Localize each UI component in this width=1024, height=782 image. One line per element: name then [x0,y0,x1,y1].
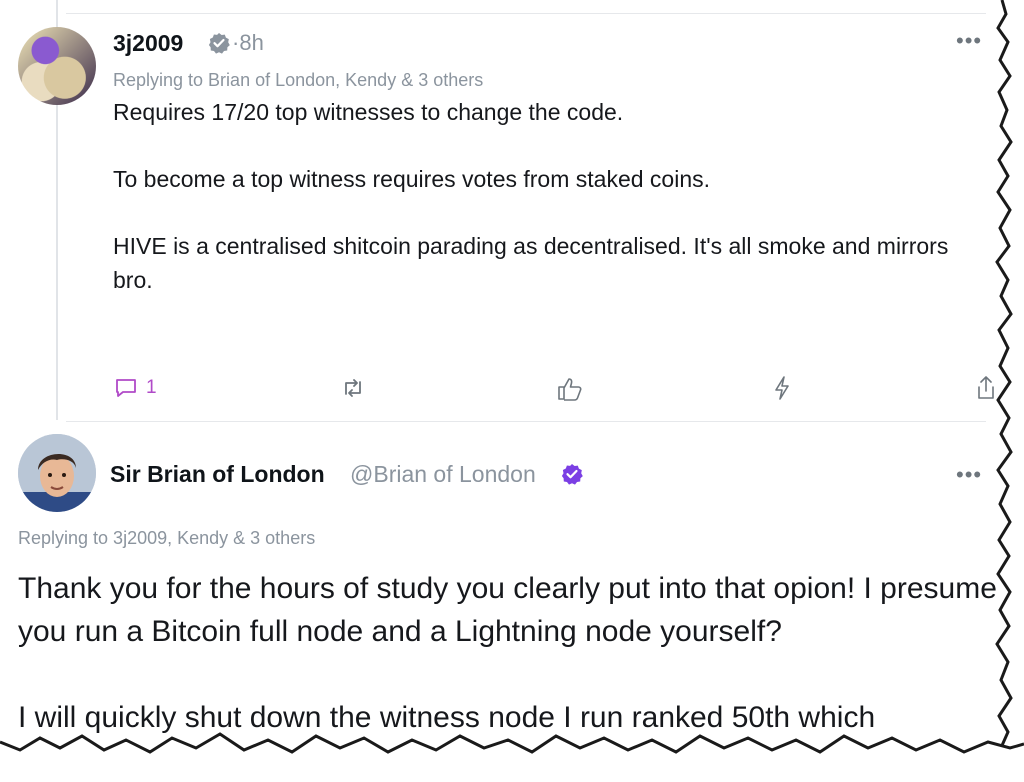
replying-to[interactable]: Replying to Brian of London, Kendy & 3 o… [113,70,483,91]
retweet-button[interactable] [340,374,366,402]
verified-badge-icon [208,33,230,54]
timestamp[interactable]: ·8h [232,30,264,56]
avatar[interactable] [18,434,96,512]
divider [66,421,986,422]
lightning-icon [775,376,789,400]
tweet-body: Requires 17/20 top witnesses to change t… [113,95,993,330]
timestamp-value: 8h [239,30,264,55]
cartoon-face-icon [18,434,96,512]
author-handle[interactable]: 3j2009 [113,30,183,57]
comment-icon [116,379,136,397]
like-button[interactable] [556,374,584,402]
more-options-icon[interactable]: ••• [956,28,982,54]
author-handle[interactable]: @Brian of London [350,461,536,488]
torn-edge-decoration [995,0,1024,774]
tweet-paragraph: Requires 17/20 top witnesses to change t… [113,99,624,125]
author-name[interactable]: Sir Brian of London [110,461,325,488]
retweet-icon [345,379,361,397]
verified-badge-icon [561,464,583,485]
reply-button[interactable]: 1 [114,374,157,402]
reply-count: 1 [146,377,157,398]
tweet-paragraph: To become a top witness requires votes f… [113,166,711,192]
tweet-paragraph: HIVE is a centralised shitcoin parading … [113,233,949,293]
replying-to[interactable]: Replying to 3j2009, Kendy & 3 others [18,528,315,549]
thumbs-up-icon [558,378,582,401]
zap-button[interactable] [772,374,792,402]
avatar[interactable] [18,27,96,105]
torn-edge-decoration [0,732,1024,774]
more-options-icon[interactable]: ••• [956,462,982,488]
divider [66,13,986,14]
tweet-paragraph: Thank you for the hours of study you cle… [18,572,997,648]
